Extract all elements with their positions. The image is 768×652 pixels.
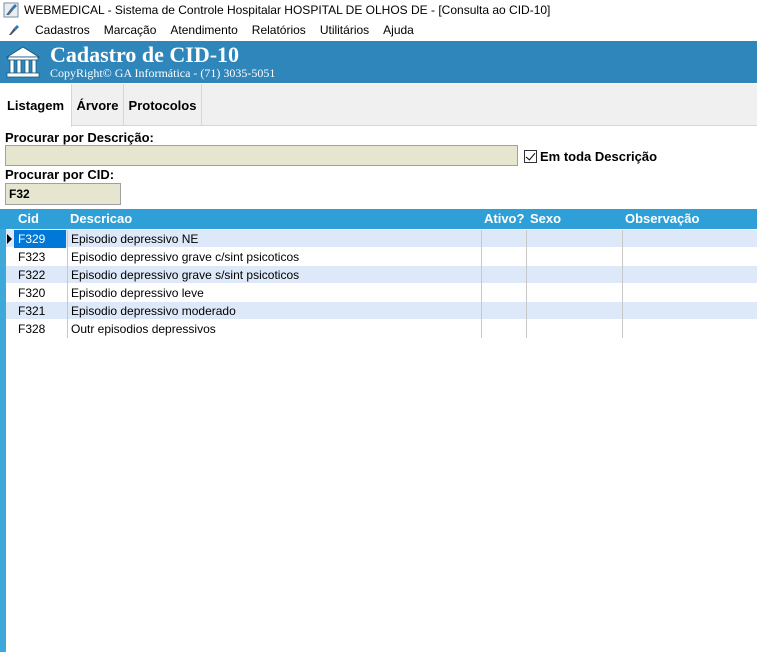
menu-marcacao[interactable]: Marcação bbox=[97, 23, 164, 37]
cell-descricao[interactable]: Episodio depressivo grave c/sint psicoti… bbox=[67, 248, 481, 266]
whole-description-checkbox[interactable] bbox=[524, 150, 537, 163]
window-title: WEBMEDICAL - Sistema de Controle Hospita… bbox=[24, 3, 551, 17]
cell-descricao[interactable]: Episodio depressivo leve bbox=[67, 284, 481, 302]
cell-descricao[interactable]: Episodio depressivo NE bbox=[67, 230, 481, 248]
cell-observacao[interactable] bbox=[622, 248, 757, 266]
cell-sexo[interactable] bbox=[526, 284, 622, 302]
building-logo-icon bbox=[5, 46, 41, 78]
cell-ativo[interactable] bbox=[481, 302, 526, 320]
column-header-observacao[interactable]: Observação bbox=[625, 211, 699, 226]
cell-sexo[interactable] bbox=[526, 230, 622, 248]
menu-relatorios[interactable]: Relatórios bbox=[245, 23, 313, 37]
column-header-descricao[interactable]: Descricao bbox=[70, 211, 132, 226]
cell-sexo[interactable] bbox=[526, 248, 622, 266]
column-header-cid[interactable]: Cid bbox=[18, 211, 39, 226]
header-banner: Cadastro de CID-10 CopyRight© GA Informá… bbox=[0, 41, 757, 83]
cid-results-grid[interactable]: Cid Descricao Ativo? Sexo Observação F32… bbox=[0, 209, 757, 652]
table-row[interactable]: F322 Episodio depressivo grave s/sint ps… bbox=[6, 266, 757, 284]
cell-cid[interactable]: F321 bbox=[14, 302, 66, 320]
menu-cadastros[interactable]: Cadastros bbox=[28, 23, 97, 37]
page-title: Cadastro de CID-10 bbox=[50, 42, 240, 67]
menu-utilitarios[interactable]: Utilitários bbox=[313, 23, 376, 37]
menu-atendimento[interactable]: Atendimento bbox=[163, 23, 244, 37]
tab-arvore[interactable]: Árvore bbox=[72, 84, 124, 126]
cell-ativo[interactable] bbox=[481, 266, 526, 284]
cid-search-input[interactable] bbox=[5, 183, 121, 205]
cell-cid[interactable]: F323 bbox=[14, 248, 66, 266]
cell-descricao[interactable]: Episodio depressivo moderado bbox=[67, 302, 481, 320]
listagem-panel: Procurar por Descrição: Em toda Descriçã… bbox=[0, 127, 757, 652]
cell-descricao[interactable]: Episodio depressivo grave s/sint psicoti… bbox=[67, 266, 481, 284]
table-row[interactable]: F323 Episodio depressivo grave c/sint ps… bbox=[6, 248, 757, 266]
tab-strip: Listagem Árvore Protocolos bbox=[0, 84, 757, 127]
cid-search-label: Procurar por CID: bbox=[5, 167, 115, 182]
cell-observacao[interactable] bbox=[622, 266, 757, 284]
window-right-edge bbox=[757, 41, 768, 652]
grid-rows: F329 Episodio depressivo NE F323 Episodi… bbox=[6, 230, 757, 338]
cell-observacao[interactable] bbox=[622, 302, 757, 320]
cell-descricao[interactable]: Outr episodios depressivos bbox=[67, 320, 481, 338]
cell-observacao[interactable] bbox=[622, 320, 757, 338]
table-row[interactable]: F329 Episodio depressivo NE bbox=[6, 230, 757, 248]
menu-ajuda[interactable]: Ajuda bbox=[376, 23, 421, 37]
cell-observacao[interactable] bbox=[622, 284, 757, 302]
whole-description-label: Em toda Descrição bbox=[540, 149, 658, 164]
app-icon bbox=[3, 2, 19, 18]
table-row[interactable]: F321 Episodio depressivo moderado bbox=[6, 302, 757, 320]
cell-sexo[interactable] bbox=[526, 320, 622, 338]
cell-observacao[interactable] bbox=[622, 230, 757, 248]
menu-bar: Cadastros Marcação Atendimento Relatório… bbox=[0, 20, 768, 40]
whole-description-option[interactable]: Em toda Descrição bbox=[524, 149, 657, 164]
cell-cid[interactable]: F328 bbox=[14, 320, 66, 338]
cell-sexo[interactable] bbox=[526, 302, 622, 320]
column-header-sexo[interactable]: Sexo bbox=[530, 211, 561, 226]
document-icon[interactable] bbox=[7, 23, 21, 37]
tab-protocolos[interactable]: Protocolos bbox=[124, 84, 202, 126]
table-row[interactable]: F328 Outr episodios depressivos bbox=[6, 320, 757, 338]
grid-header: Cid Descricao Ativo? Sexo Observação bbox=[0, 209, 757, 229]
cell-cid[interactable]: F329 bbox=[14, 230, 66, 248]
column-header-ativo[interactable]: Ativo? bbox=[484, 211, 524, 226]
cell-ativo[interactable] bbox=[481, 284, 526, 302]
tab-listagem[interactable]: Listagem bbox=[0, 84, 72, 127]
table-row[interactable]: F320 Episodio depressivo leve bbox=[6, 284, 757, 302]
copyright-text: CopyRight© GA Informática - (71) 3035-50… bbox=[50, 66, 276, 80]
cell-ativo[interactable] bbox=[481, 230, 526, 248]
title-bar: WEBMEDICAL - Sistema de Controle Hospita… bbox=[0, 0, 768, 20]
cell-ativo[interactable] bbox=[481, 248, 526, 266]
cell-cid[interactable]: F322 bbox=[14, 266, 66, 284]
cell-ativo[interactable] bbox=[481, 320, 526, 338]
description-search-input[interactable] bbox=[5, 145, 518, 166]
description-search-label: Procurar por Descrição: bbox=[5, 130, 154, 145]
cell-cid[interactable]: F320 bbox=[14, 284, 66, 302]
cell-sexo[interactable] bbox=[526, 266, 622, 284]
row-pointer-icon bbox=[7, 234, 12, 244]
